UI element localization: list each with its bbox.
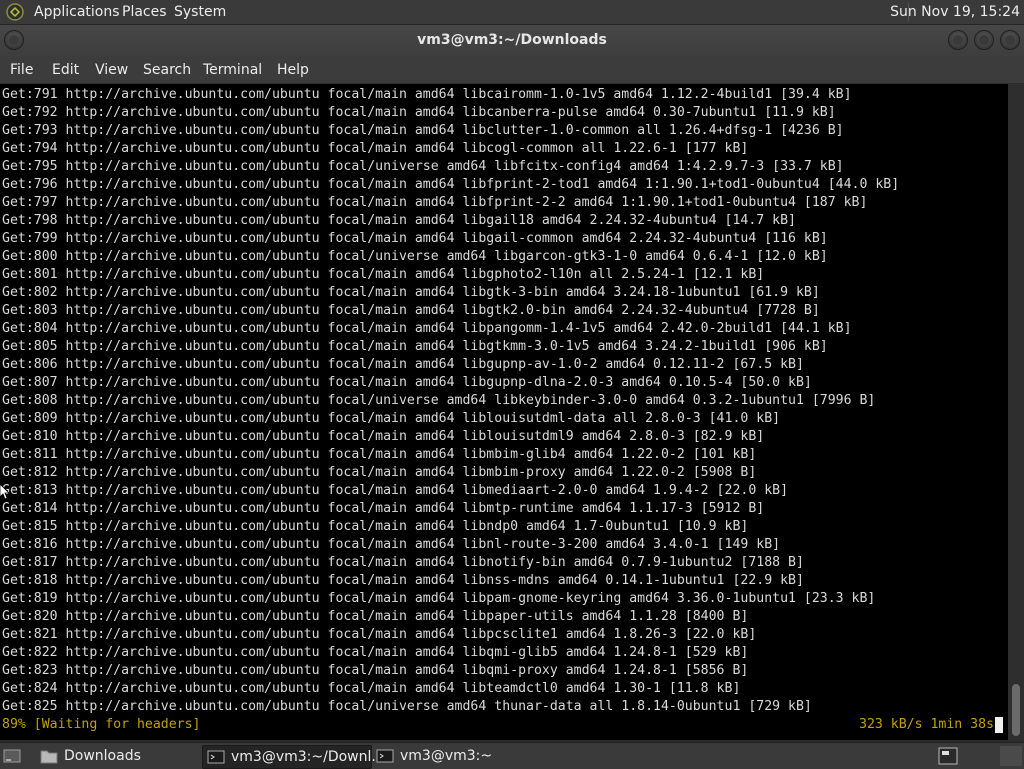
terminal-line: Get:824 http://archive.ubuntu.com/ubuntu… [2,681,741,696]
terminal-line: Get:793 http://archive.ubuntu.com/ubuntu… [2,123,844,138]
menu-help[interactable]: Help [277,61,309,79]
minimize-button[interactable] [948,30,968,50]
terminal-line: Get:801 http://archive.ubuntu.com/ubuntu… [2,267,765,282]
terminal-line: Get:811 http://archive.ubuntu.com/ubuntu… [2,447,757,462]
terminal-line: Get:819 http://archive.ubuntu.com/ubuntu… [2,591,876,606]
progress-status: 89% [Waiting for headers] [2,717,201,732]
terminal-line: Get:794 http://archive.ubuntu.com/ubuntu… [2,141,749,156]
terminal-line: Get:806 http://archive.ubuntu.com/ubuntu… [2,357,804,372]
terminal-lines: Get:791 http://archive.ubuntu.com/ubuntu… [2,86,899,716]
terminal-line: Get:808 http://archive.ubuntu.com/ubuntu… [2,393,876,408]
task-downloads[interactable]: Downloads [36,745,200,767]
terminal-line: Get:814 http://archive.ubuntu.com/ubuntu… [2,501,765,516]
terminal-icon [376,749,394,763]
workspace-switcher-icon[interactable] [938,746,958,766]
terminal-line: Get:791 http://archive.ubuntu.com/ubuntu… [2,87,852,102]
terminal-line: Get:820 http://archive.ubuntu.com/ubuntu… [2,609,749,624]
top-panel: Applications Places System Sun Nov 19, 1… [0,0,1024,25]
menu-file[interactable]: File [10,61,33,79]
terminal-line: Get:810 http://archive.ubuntu.com/ubuntu… [2,429,765,444]
terminal-line: Get:817 http://archive.ubuntu.com/ubuntu… [2,555,804,570]
progress-status-line: 89% [Waiting for headers] 323 kB/s 1min … [2,716,1006,734]
terminal-line: Get:800 http://archive.ubuntu.com/ubuntu… [2,249,828,264]
terminal-line: Get:795 http://archive.ubuntu.com/ubuntu… [2,159,844,174]
terminal-line: Get:799 http://archive.ubuntu.com/ubuntu… [2,231,828,246]
text-cursor [995,717,1003,733]
terminal-line: Get:802 http://archive.ubuntu.com/ubuntu… [2,285,820,300]
terminal-icon [207,750,225,764]
folder-icon [40,750,58,764]
menu-view[interactable]: View [95,61,128,79]
task-terminal-downloads[interactable]: vm3@vm3:~/Downl... [202,745,385,769]
scrollbar-thumb[interactable] [1012,684,1020,736]
task-label: vm3@vm3:~/Downl... [231,749,385,765]
terminal-line: Get:816 http://archive.ubuntu.com/ubuntu… [2,537,781,552]
places-menu[interactable]: Places [122,3,167,21]
terminal-line: Get:797 http://archive.ubuntu.com/ubuntu… [2,195,868,210]
distro-logo-icon[interactable] [6,3,24,21]
terminal-output[interactable]: Get:791 http://archive.ubuntu.com/ubuntu… [0,84,1008,740]
mouse-pointer-icon [0,484,10,500]
maximize-button[interactable] [974,30,994,50]
terminal-scrollbar[interactable] [1008,84,1024,740]
bottom-taskbar: Downloads vm3@vm3:~/Downl... vm3@vm3:~ [0,742,1024,769]
terminal-line: Get:818 http://archive.ubuntu.com/ubuntu… [2,573,804,588]
terminal-line: Get:825 http://archive.ubuntu.com/ubuntu… [2,699,812,714]
task-label: Downloads [64,748,141,764]
download-rate: 323 kB/s 1min 38s [859,717,994,732]
terminal-line: Get:823 http://archive.ubuntu.com/ubuntu… [2,663,749,678]
terminal-line: Get:812 http://archive.ubuntu.com/ubuntu… [2,465,757,480]
close-button[interactable] [1000,30,1020,50]
menu-search[interactable]: Search [143,61,191,79]
show-desktop-icon[interactable] [2,746,22,766]
terminal-line: Get:821 http://archive.ubuntu.com/ubuntu… [2,627,757,642]
workspace-button[interactable] [1000,746,1022,766]
terminal-line: Get:792 http://archive.ubuntu.com/ubuntu… [2,105,836,120]
terminal-line: Get:809 http://archive.ubuntu.com/ubuntu… [2,411,781,426]
menu-edit[interactable]: Edit [52,61,79,79]
applications-menu[interactable]: Applications [34,3,120,21]
task-terminal-home[interactable]: vm3@vm3:~ [372,745,536,767]
window-title: vm3@vm3:~/Downloads [417,32,607,48]
terminal-line: Get:804 http://archive.ubuntu.com/ubuntu… [2,321,852,336]
task-label: vm3@vm3:~ [400,748,493,764]
clock[interactable]: Sun Nov 19, 15:24 [890,3,1020,21]
terminal-line: Get:805 http://archive.ubuntu.com/ubuntu… [2,339,828,354]
terminal-line: Get:813 http://archive.ubuntu.com/ubuntu… [2,483,789,498]
terminal-line: Get:798 http://archive.ubuntu.com/ubuntu… [2,213,796,228]
terminal-line: Get:807 http://archive.ubuntu.com/ubuntu… [2,375,812,390]
system-menu[interactable]: System [174,3,226,21]
terminal-line: Get:822 http://archive.ubuntu.com/ubuntu… [2,645,749,660]
terminal-line: Get:815 http://archive.ubuntu.com/ubuntu… [2,519,749,534]
terminal-menubar: File Edit View Search Terminal Help [0,57,1024,83]
terminal-line: Get:796 http://archive.ubuntu.com/ubuntu… [2,177,900,192]
terminal-line: Get:803 http://archive.ubuntu.com/ubuntu… [2,303,820,318]
menu-terminal[interactable]: Terminal [203,61,262,79]
window-titlebar[interactable]: vm3@vm3:~/Downloads [0,25,1024,57]
